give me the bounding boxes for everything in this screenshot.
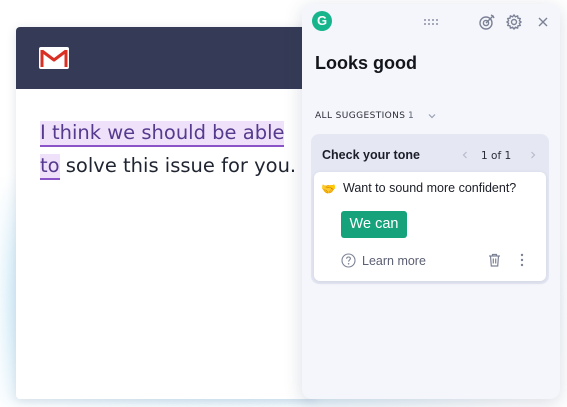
panel-title: Looks good — [315, 53, 417, 73]
suggestion-detail-card: 🤝 Want to sound more confident? We can L… — [314, 172, 546, 281]
accept-suggestion-button[interactable]: We can — [341, 211, 407, 238]
email-compose-card: I think we should be able to solve this … — [16, 27, 316, 399]
goals-icon[interactable] — [478, 13, 496, 31]
learn-more-link[interactable]: Learn more — [362, 254, 426, 268]
trash-icon[interactable] — [487, 252, 502, 268]
all-suggestions-label[interactable]: ALL SUGGESTIONS — [315, 111, 405, 121]
chevron-right-icon[interactable] — [527, 149, 539, 161]
drag-handle-icon[interactable] — [422, 13, 440, 31]
tone-suggestion-card[interactable]: Check your tone 1 of 1 🤝 Want to sound m… — [311, 134, 549, 284]
chevron-left-icon[interactable] — [459, 149, 471, 161]
suggestions-count: 1 — [408, 111, 414, 121]
tone-card-title: Check your tone — [322, 148, 420, 162]
email-body[interactable]: I think we should be able to solve this … — [40, 116, 300, 182]
gmail-icon — [39, 47, 69, 69]
help-icon[interactable] — [341, 253, 356, 268]
email-text: solve this issue for you. — [59, 154, 297, 177]
email-header — [16, 27, 316, 89]
settings-icon[interactable] — [505, 13, 523, 31]
close-icon[interactable] — [534, 13, 552, 31]
pagination-count: 1 of 1 — [481, 150, 512, 162]
grammarly-logo: G — [312, 11, 332, 31]
handshake-icon: 🤝 — [321, 182, 336, 196]
more-icon[interactable] — [517, 252, 527, 268]
suggestion-question: Want to sound more confident? — [343, 181, 517, 195]
grammarly-panel: G Looks good ALL SUGGESTIONS 1 Check you… — [302, 4, 560, 399]
chevron-down-icon[interactable] — [426, 110, 438, 122]
